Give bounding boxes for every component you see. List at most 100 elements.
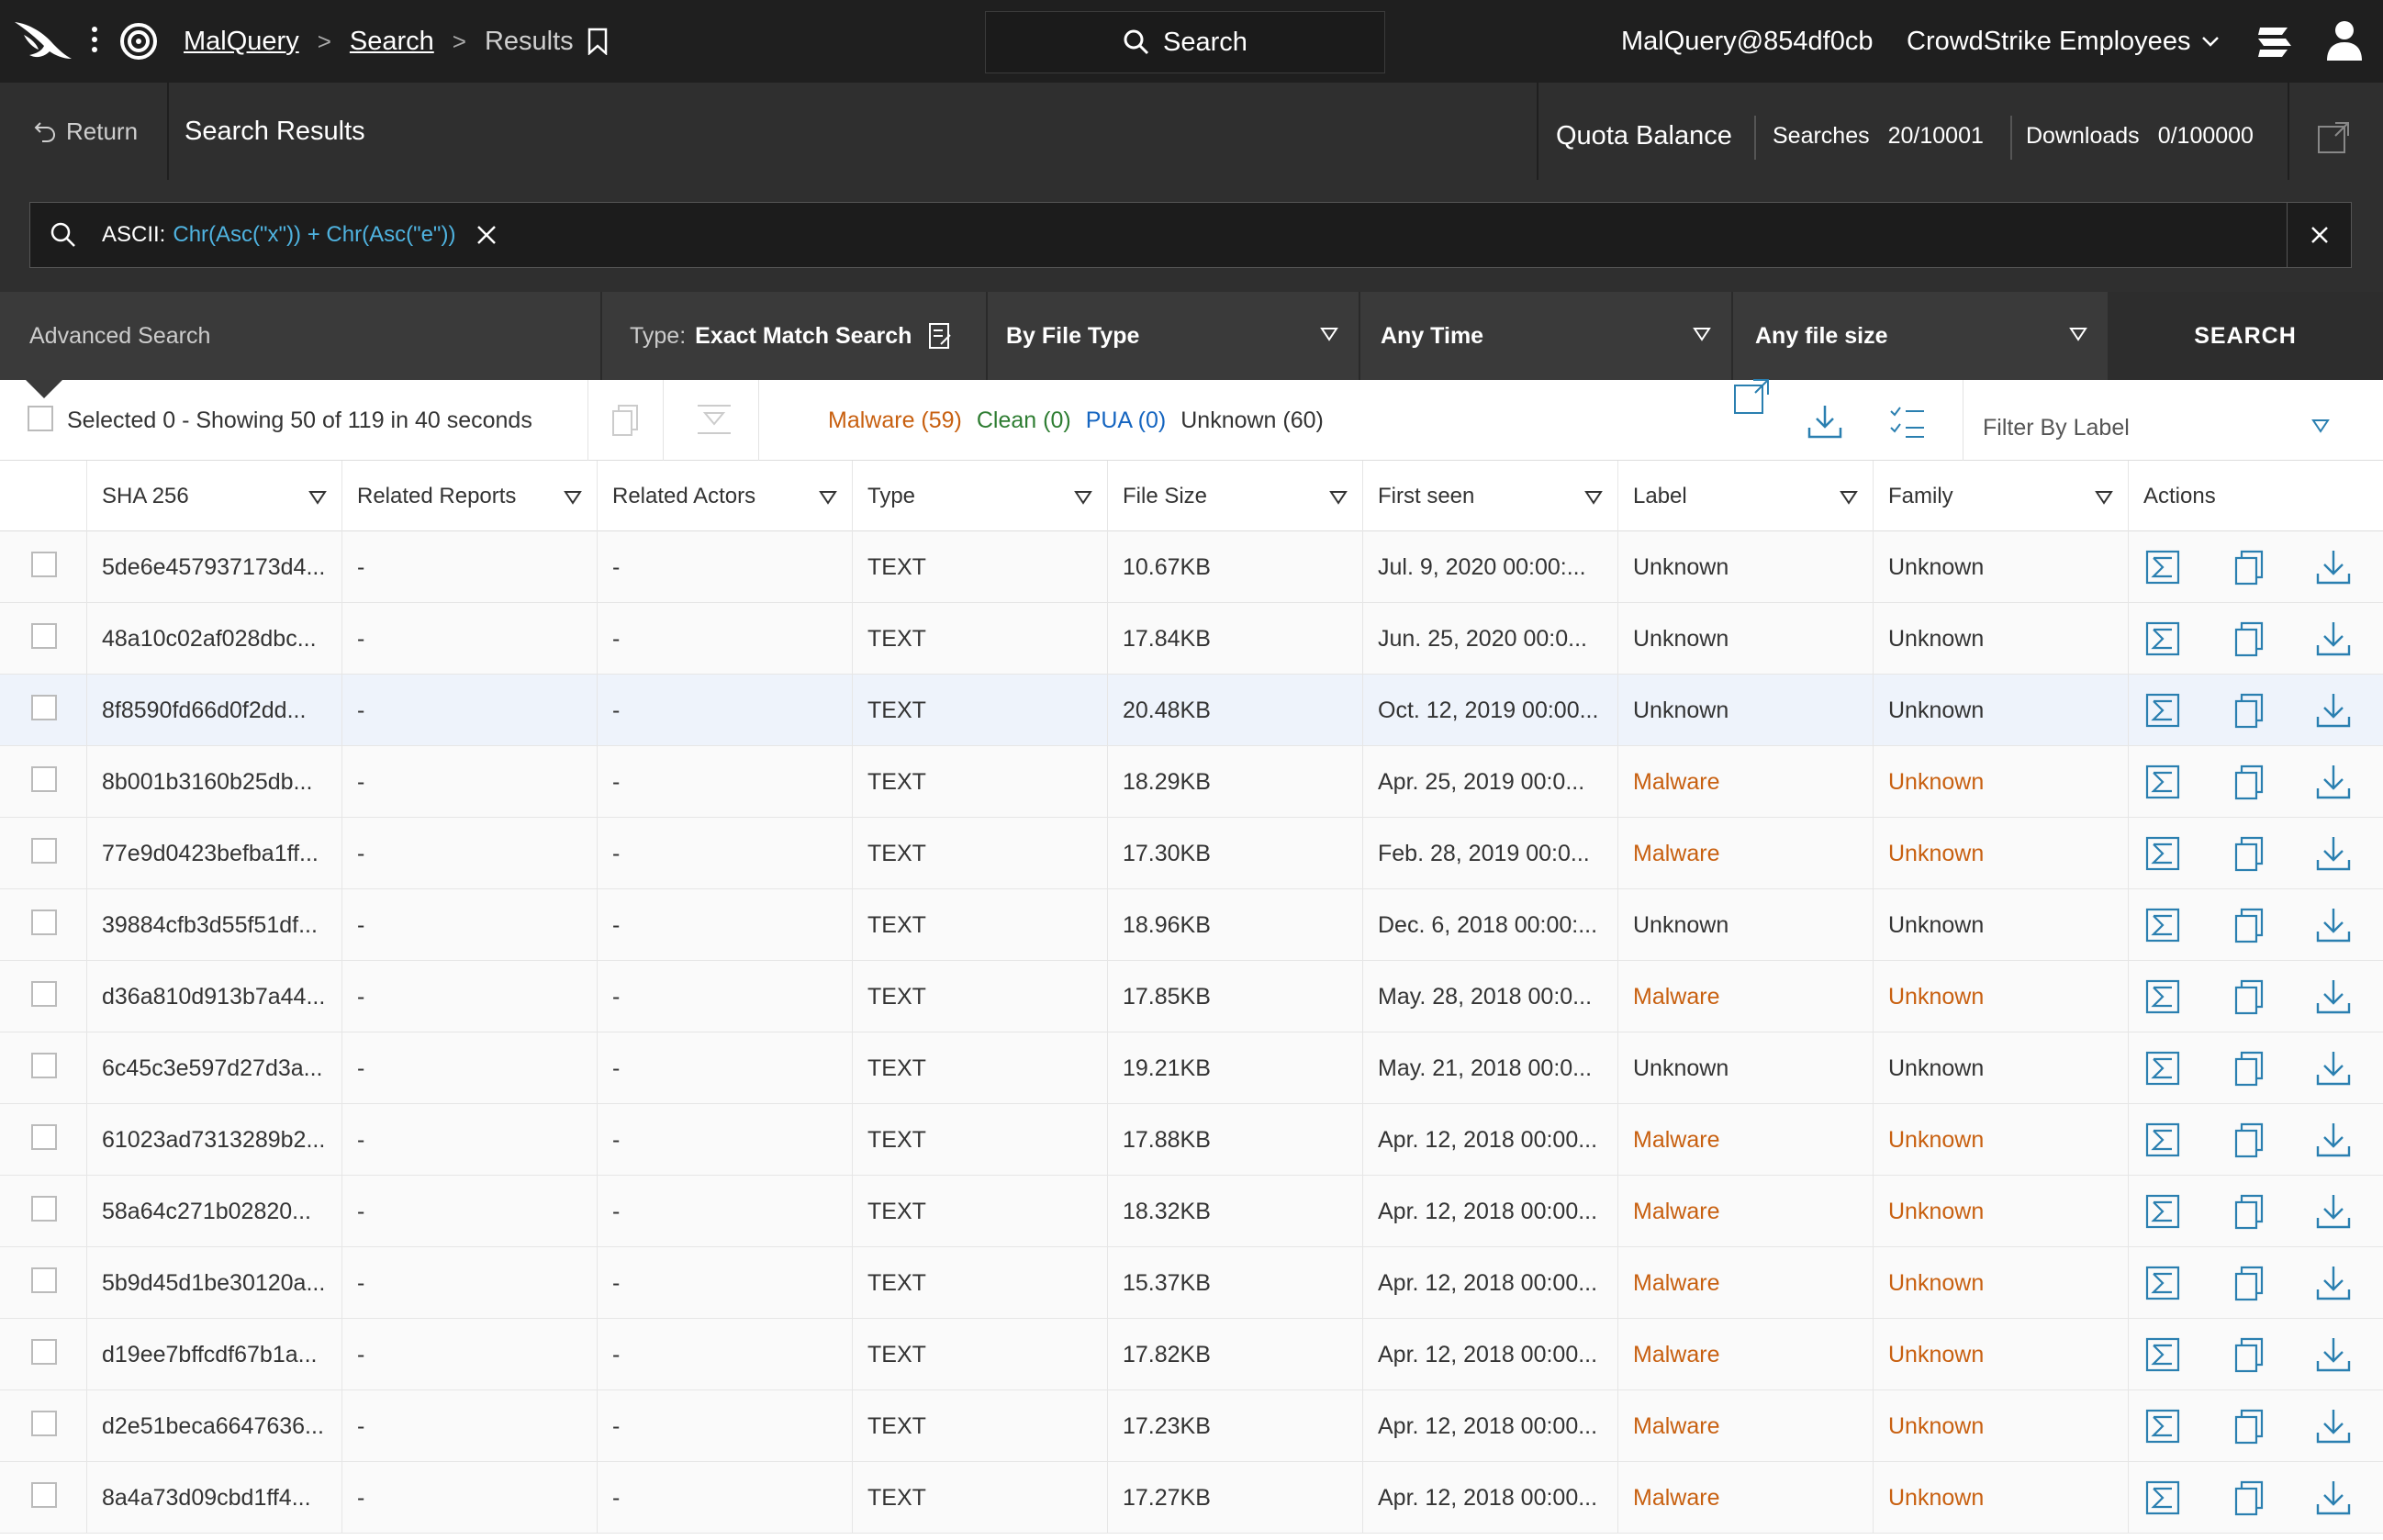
filter-triangle-icon[interactable] [308,490,327,505]
kebab-menu-icon[interactable] [88,22,101,61]
download-icon[interactable] [2315,1408,2352,1445]
copy-icon[interactable] [2231,764,2267,800]
row-checkbox[interactable] [31,1411,57,1436]
column-file-size[interactable]: File Size [1107,461,1362,531]
cell-sha256[interactable]: 8a4a73d09cbd1ff4... [86,1462,341,1534]
download-icon[interactable] [2315,620,2352,657]
server-stack-icon[interactable] [2254,24,2291,61]
time-dropdown[interactable]: Any Time [1359,292,1731,380]
global-search-button[interactable]: Search [985,11,1385,73]
table-row[interactable]: 61023ad7313289b2... - - TEXT 17.88KB Apr. 12,… [0,1104,2383,1176]
download-icon[interactable] [2315,549,2352,586]
table-row[interactable]: 48a10c02af028dbc... - - TEXT 17.84KB Jun. 25,… [0,603,2383,675]
copy-icon[interactable] [2231,1050,2267,1087]
stat-unknown[interactable]: Unknown (60) [1180,407,1324,434]
report-sigma-icon[interactable] [2144,1193,2181,1230]
cell-sha256[interactable]: 8b001b3160b25db... [86,746,341,818]
filter-by-label-dropdown[interactable]: Filter By Label [1983,395,2341,461]
report-sigma-icon[interactable] [2144,835,2181,872]
copy-icon[interactable] [2231,1122,2267,1158]
filter-triangle-icon[interactable] [564,490,582,505]
collapse-icon[interactable] [696,402,733,439]
copy-icon[interactable] [2231,835,2267,872]
download-icon[interactable] [2315,1265,2352,1301]
search-type-selector[interactable]: Type: Exact Match Search [630,292,984,380]
report-sigma-icon[interactable] [2144,1122,2181,1158]
cell-sha256[interactable]: 6c45c3e597d27d3a... [86,1032,341,1104]
download-icon[interactable] [2315,835,2352,872]
table-row[interactable]: 5b9d45d1be30120a... - - TEXT 15.37KB Apr. 12,… [0,1247,2383,1319]
copy-icon[interactable] [2231,1479,2267,1516]
table-row[interactable]: d19ee7bffcdf67b1a... - - TEXT 17.82KB Apr. 12… [0,1319,2383,1390]
row-checkbox[interactable] [31,1053,57,1078]
filter-triangle-icon[interactable] [1329,490,1348,505]
expand-panel-icon[interactable] [1733,378,1770,415]
table-row[interactable]: d36a810d913b7a44... - - TEXT 17.85KB May. 28,… [0,961,2383,1032]
select-all-checkbox[interactable] [28,406,53,431]
row-checkbox[interactable] [31,981,57,1007]
report-sigma-icon[interactable] [2144,764,2181,800]
download-icon[interactable] [2315,764,2352,800]
malquery-target-icon[interactable] [119,22,158,61]
stat-pua[interactable]: PUA (0) [1086,407,1167,434]
download-icon[interactable] [2315,1122,2352,1158]
filter-triangle-icon[interactable] [819,490,837,505]
checklist-icon[interactable] [1889,404,1926,441]
stat-malware[interactable]: Malware (59) [828,407,962,434]
user-icon[interactable] [2325,18,2364,62]
row-checkbox[interactable] [31,909,57,935]
org-selector[interactable]: CrowdStrike Employees [1907,0,2220,83]
column-related-reports[interactable]: Related Reports [341,461,597,531]
report-sigma-icon[interactable] [2144,1479,2181,1516]
row-checkbox[interactable] [31,1124,57,1150]
table-row[interactable]: 8b001b3160b25db... - - TEXT 18.29KB Apr. 25, … [0,746,2383,818]
file-size-dropdown[interactable]: Any file size [1731,292,2108,380]
copy-icon[interactable] [2231,1193,2267,1230]
report-sigma-icon[interactable] [2144,1265,2181,1301]
stat-clean[interactable]: Clean (0) [977,407,1071,434]
table-row[interactable]: 8a4a73d09cbd1ff4... - - TEXT 17.27KB Apr. 12,… [0,1462,2383,1534]
row-checkbox[interactable] [31,552,57,577]
row-checkbox[interactable] [31,838,57,864]
filter-triangle-icon[interactable] [2095,490,2113,505]
remove-term-icon[interactable] [475,224,498,246]
breadcrumb-search[interactable]: Search [350,27,434,57]
cell-sha256[interactable]: 8f8590fd66d0f2dd... [86,675,341,746]
table-row[interactable]: 6c45c3e597d27d3a... - - TEXT 19.21KB May. 21,… [0,1032,2383,1104]
filter-triangle-icon[interactable] [1840,490,1858,505]
column-type[interactable]: Type [852,461,1107,531]
column-first-seen[interactable]: First seen [1362,461,1617,531]
search-button[interactable]: SEARCH [2108,292,2383,380]
download-icon[interactable] [2315,978,2352,1015]
table-row[interactable]: 77e9d0423befba1ff... - - TEXT 17.30KB Feb. 28… [0,818,2383,889]
clear-query-button[interactable] [2287,203,2351,267]
row-checkbox[interactable] [31,1339,57,1365]
report-sigma-icon[interactable] [2144,978,2181,1015]
cell-sha256[interactable]: d36a810d913b7a44... [86,961,341,1032]
query-input[interactable]: ASCII: Chr(Asc("x")) + Chr(Asc("e")) [29,202,2352,268]
return-button[interactable]: Return [33,83,138,180]
copy-icon[interactable] [606,402,643,439]
column-label-col[interactable]: Label [1617,461,1873,531]
row-checkbox[interactable] [31,1196,57,1222]
row-checkbox[interactable] [31,1267,57,1293]
filter-triangle-icon[interactable] [1074,490,1092,505]
cell-sha256[interactable]: 39884cfb3d55f51df... [86,889,341,961]
copy-icon[interactable] [2231,620,2267,657]
cell-sha256[interactable]: 5de6e457937173d4... [86,531,341,603]
table-row[interactable]: 58a64c271b02820... - - TEXT 18.32KB Apr. 12, … [0,1176,2383,1247]
filter-triangle-icon[interactable] [1584,490,1603,505]
report-sigma-icon[interactable] [2144,1408,2181,1445]
report-sigma-icon[interactable] [2144,620,2181,657]
download-icon[interactable] [2315,1193,2352,1230]
report-sigma-icon[interactable] [2144,907,2181,943]
report-sigma-icon[interactable] [2144,692,2181,729]
copy-icon[interactable] [2231,1408,2267,1445]
account-name[interactable]: MalQuery@854df0cb [1621,0,1873,83]
cell-sha256[interactable]: 48a10c02af028dbc... [86,603,341,675]
table-row[interactable]: 39884cfb3d55f51df... - - TEXT 18.96KB Dec. 6,… [0,889,2383,961]
bookmark-icon[interactable] [587,28,609,55]
falcon-logo-icon[interactable] [11,13,75,68]
copy-icon[interactable] [2231,549,2267,586]
download-icon[interactable] [2315,907,2352,943]
